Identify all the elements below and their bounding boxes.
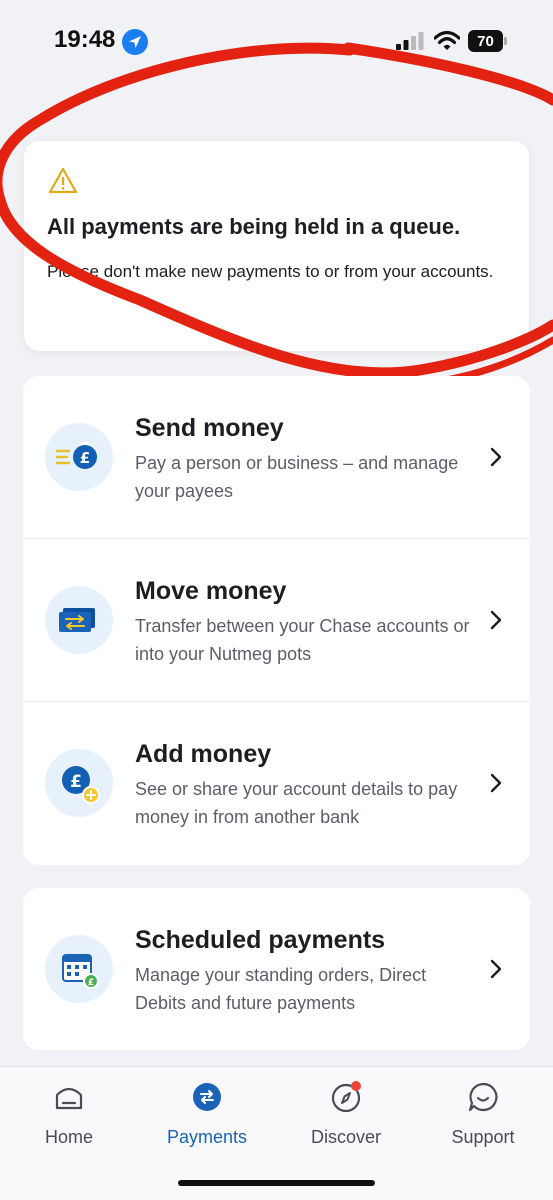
battery-level: 70 [468, 30, 503, 52]
battery-tip [504, 37, 507, 45]
send-money-row[interactable]: £ Send money Pay a person or business – … [23, 376, 530, 539]
payment-actions-card: £ Send money Pay a person or business – … [23, 376, 530, 865]
payments-queue-alert: All payments are being held in a queue. … [24, 141, 529, 351]
scheduled-payments-title: Scheduled payments [135, 926, 386, 954]
scheduled-payments-row[interactable]: £ Scheduled payments Manage your standin… [23, 888, 530, 1050]
nav-home[interactable]: Home [4, 1067, 134, 1167]
svg-text:£: £ [88, 978, 94, 988]
nav-discover[interactable]: Discover [281, 1067, 411, 1167]
move-money-description: Transfer between your Chase accounts or … [135, 616, 470, 664]
chevron-right-icon [490, 773, 502, 793]
alert-title: All payments are being held in a queue. [47, 214, 461, 239]
nav-support[interactable]: Support [418, 1067, 548, 1167]
add-money-row[interactable]: £ Add money See or share your account de… [23, 702, 530, 865]
status-time: 19:48 [54, 26, 116, 53]
add-money-description: See or share your account details to pay… [135, 779, 458, 827]
home-icon [55, 1087, 83, 1110]
scheduled-payments-description: Manage your standing orders, Direct Debi… [135, 965, 427, 1013]
move-money-icon [45, 586, 113, 654]
compass-icon [331, 1081, 361, 1113]
chat-icon [468, 1082, 498, 1112]
battery-indicator: 70 [468, 30, 508, 52]
send-money-description: Pay a person or business – and manage yo… [135, 453, 459, 501]
svg-text:£: £ [70, 772, 82, 792]
send-money-title: Send money [135, 414, 284, 442]
wifi-icon [434, 30, 460, 50]
nav-home-label: Home [44, 1127, 93, 1147]
send-money-icon: £ [45, 423, 113, 491]
nav-payments-label: Payments [166, 1127, 248, 1147]
svg-text:£: £ [80, 449, 90, 467]
move-money-title: Move money [135, 577, 287, 605]
alert-body: Please don't make new payments to or fro… [47, 262, 494, 281]
nav-discover-label: Discover [310, 1127, 381, 1147]
nav-support-label: Support [451, 1127, 515, 1147]
add-money-title: Add money [135, 740, 272, 768]
chevron-right-icon [490, 447, 502, 467]
scheduled-payments-icon: £ [45, 935, 113, 1003]
nav-payments[interactable]: Payments [142, 1067, 272, 1167]
location-arrow-icon [122, 29, 148, 55]
chevron-right-icon [490, 610, 502, 630]
payments-icon [193, 1083, 221, 1111]
move-money-row[interactable]: Move money Transfer between your Chase a… [23, 539, 530, 702]
warning-icon [48, 167, 78, 194]
add-money-icon: £ [45, 749, 113, 817]
status-bar: 19:48 70 [0, 0, 553, 80]
home-indicator [178, 1180, 375, 1186]
cellular-signal-icon [396, 32, 424, 50]
scheduled-payments-card[interactable]: £ Scheduled payments Manage your standin… [23, 888, 530, 1050]
chevron-right-icon [490, 959, 502, 979]
